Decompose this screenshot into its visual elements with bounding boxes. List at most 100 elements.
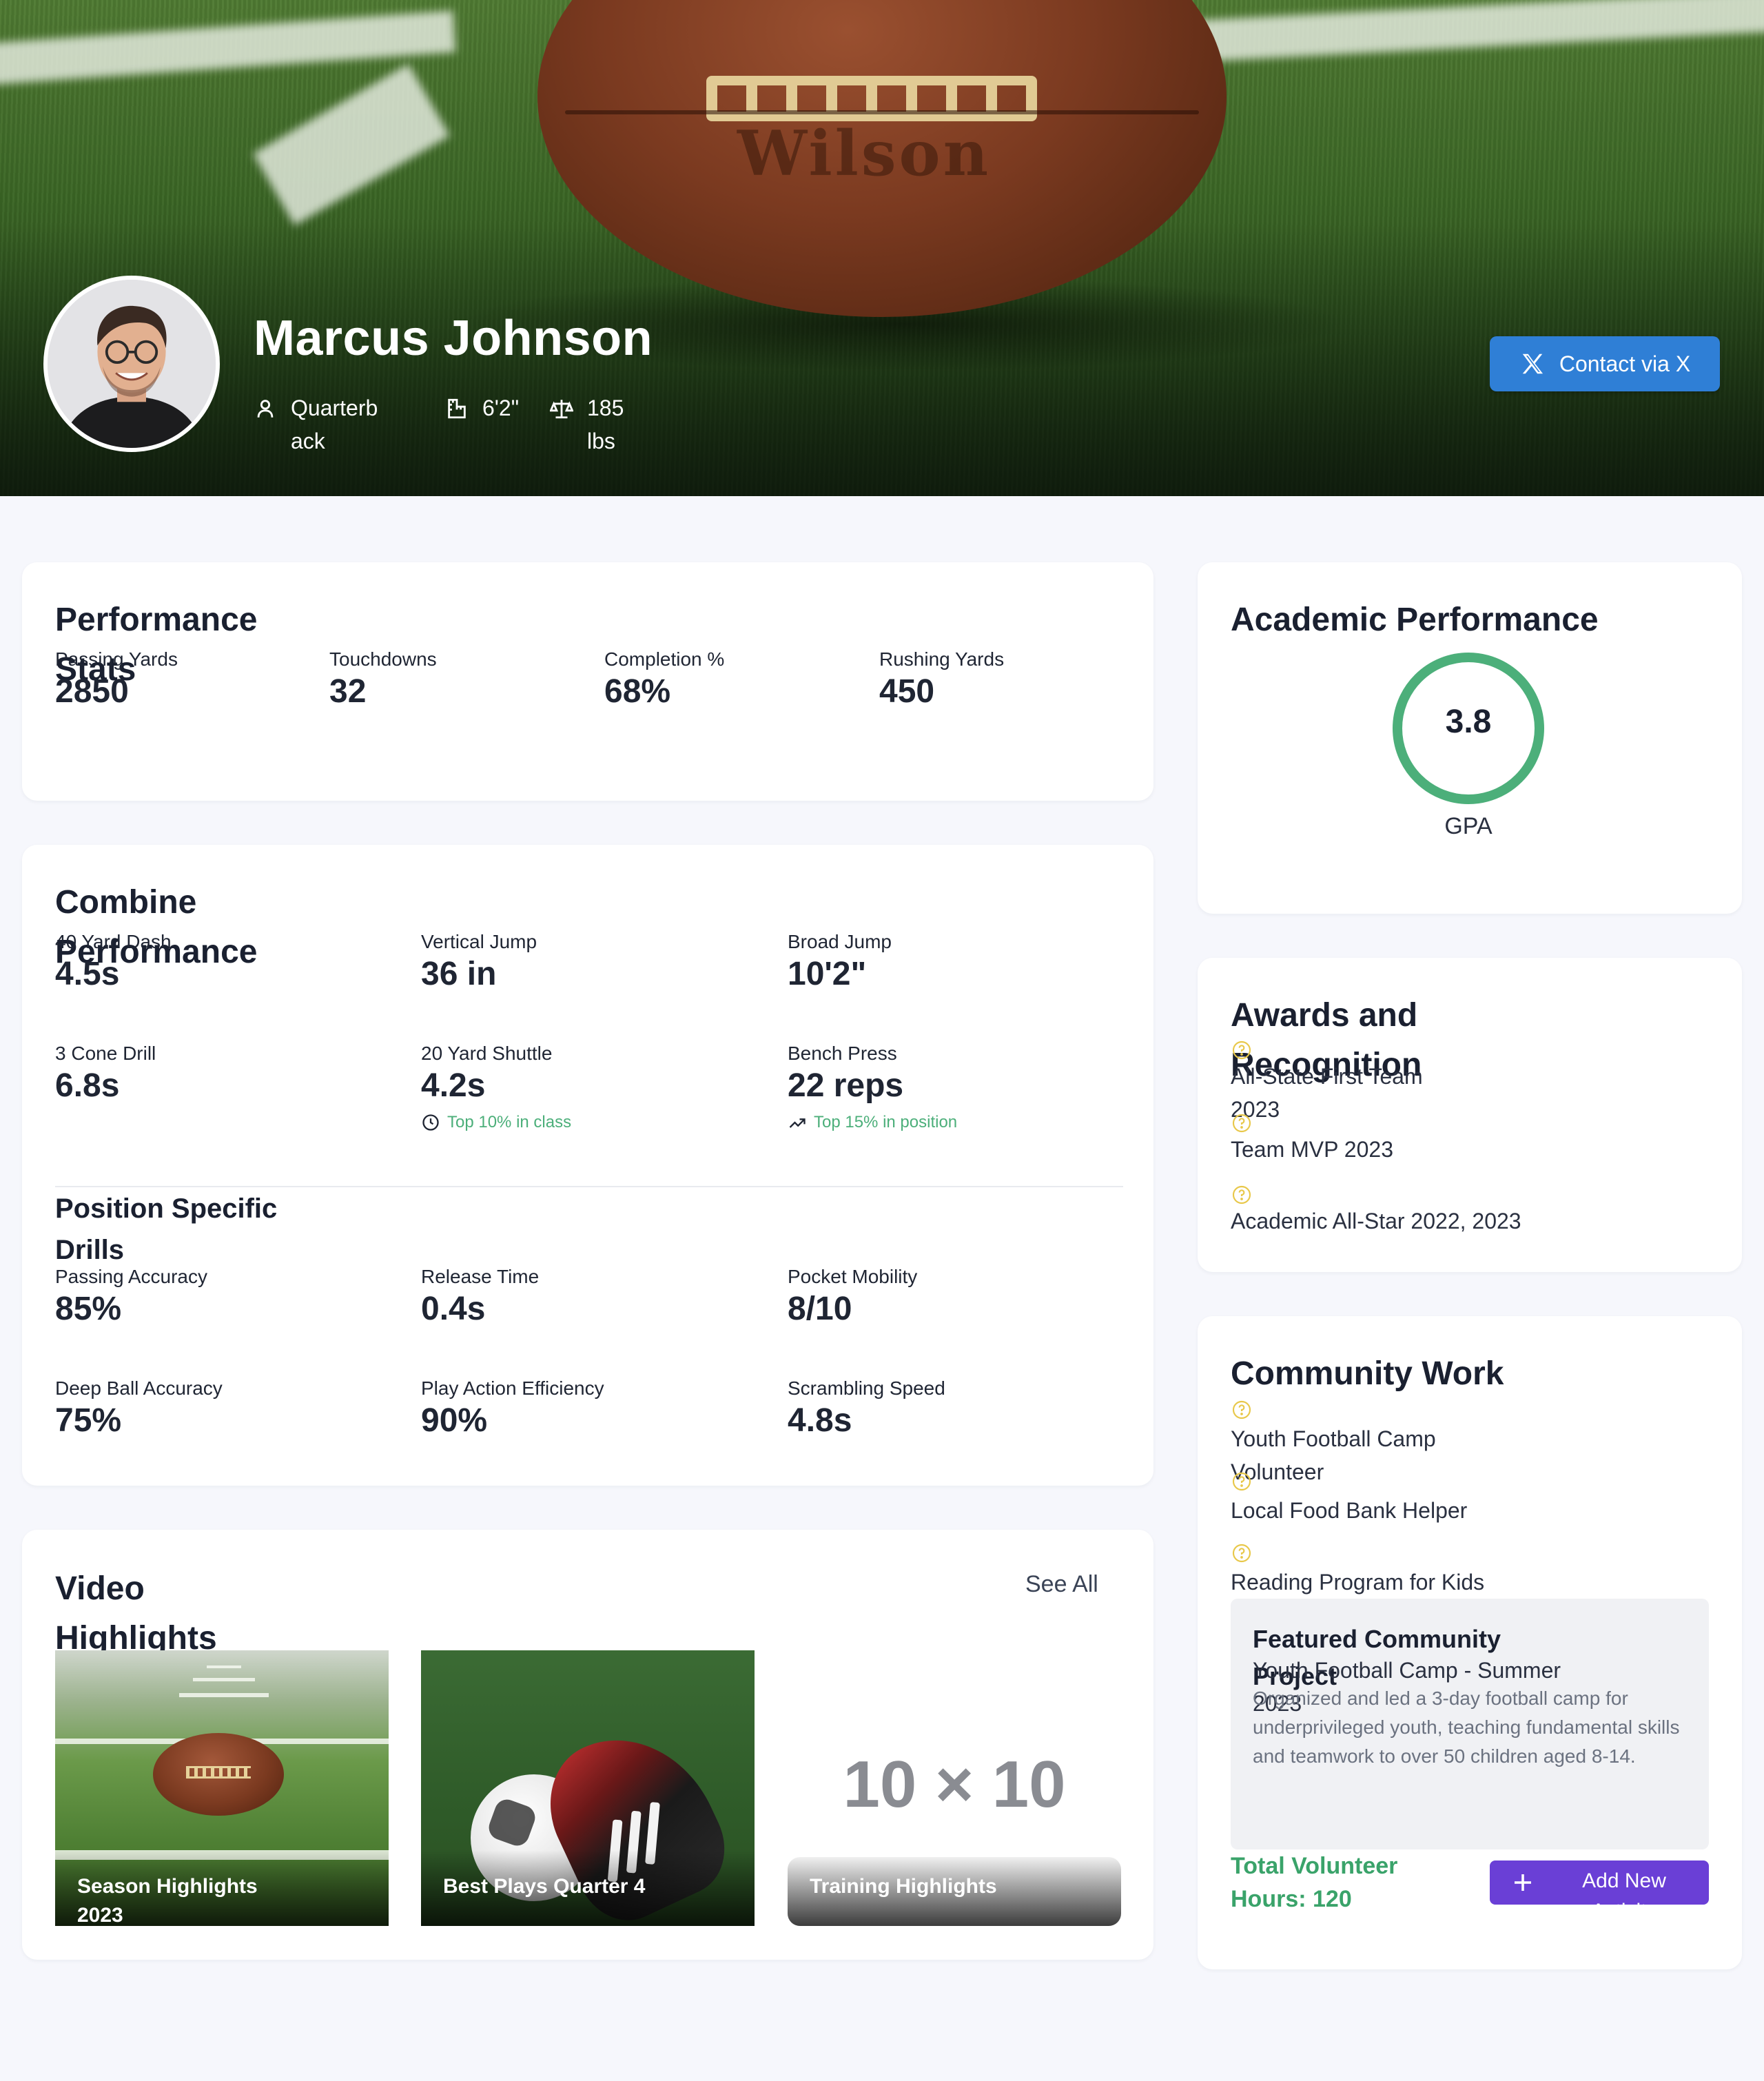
add-new-activity-button[interactable]: Add New Activity <box>1490 1860 1709 1905</box>
video-card[interactable]: Season Highlights 2023 <box>55 1650 389 1926</box>
stat-vertical-jump: Vertical Jump 36 in <box>421 930 537 995</box>
stat-rushing-yards: Rushing Yards 450 <box>879 648 1004 713</box>
stat-label: 40 Yard Dash <box>55 931 172 952</box>
stat-value: 4.5s <box>55 956 120 992</box>
gpa-value: 3.8 <box>1445 704 1492 740</box>
stat-label: Passing Accuracy <box>55 1266 207 1287</box>
stat-touchdowns: Touchdowns 32 <box>329 648 437 713</box>
video-title: Season Highlights 2023 <box>77 1875 258 1926</box>
stat-3-cone-drill: 3 Cone Drill 6.8s <box>55 1042 156 1107</box>
stat-value: 22 reps <box>788 1067 904 1104</box>
football-image: ɯoʇlᴉM Wilson <box>537 0 1227 317</box>
featured-project: Featured Community Project Youth Footbal… <box>1231 1599 1709 1849</box>
video-title: Training Highlights <box>810 1875 997 1898</box>
stat-note: Top 15% in position <box>788 1111 957 1134</box>
stat-label: Bench Press <box>788 1043 897 1064</box>
height-text: 6'2" <box>482 396 520 420</box>
stat-value: 4.2s <box>421 1067 486 1104</box>
award-icon <box>1232 1040 1251 1060</box>
stat-label: Play Action Efficiency <box>421 1377 604 1399</box>
stat-label: Pocket Mobility <box>788 1266 918 1287</box>
avatar <box>43 276 220 452</box>
stat-value: 85% <box>55 1291 122 1327</box>
trending-up-icon <box>789 1118 806 1128</box>
award-icon <box>1232 1185 1251 1204</box>
video-card[interactable]: 10 × 10 Training Highlights <box>788 1650 1121 1926</box>
stat-note-text: Top 10% in class <box>447 1113 572 1131</box>
stat-value: 6.8s <box>55 1067 120 1104</box>
stat-completion: Completion % 68% <box>604 648 724 713</box>
weight-text: 185 lbs <box>587 396 624 453</box>
add-activity-label: Add New Activity <box>1582 1869 1666 1905</box>
stat-value: 32 <box>329 673 367 710</box>
award-text: All-State First Team 2023 <box>1231 1064 1423 1122</box>
stat-note: Top 10% in class <box>421 1111 697 1134</box>
stat-deep-ball-accuracy: Deep Ball Accuracy 75% <box>55 1377 223 1442</box>
x-logo-icon <box>1522 353 1543 374</box>
stat-value: 90% <box>421 1402 488 1439</box>
position-drills-title: Position Specific Drills <box>55 1193 278 1265</box>
stat-label: 20 Yard Shuttle <box>421 1043 553 1064</box>
stat-label: Scrambling Speed <box>788 1377 945 1399</box>
award-icon <box>1232 1114 1251 1133</box>
stat-value: 68% <box>604 673 671 710</box>
stat-value: 0.4s <box>421 1291 486 1327</box>
clock-icon <box>422 1114 439 1131</box>
stat-label: Rushing Yards <box>879 648 1005 670</box>
stat-label: Completion % <box>604 648 725 670</box>
position-text: Quarterback <box>291 396 378 453</box>
stat-broad-jump: Broad Jump 10'2" <box>788 930 892 995</box>
stat-label: Passing Yards <box>55 648 178 670</box>
stat-label: Touchdowns <box>329 648 437 670</box>
stat-play-action-efficiency: Play Action Efficiency 90% <box>421 1377 604 1442</box>
community-text: Local Food Bank Helper <box>1231 1498 1468 1523</box>
stat-value: 4.8s <box>788 1402 852 1439</box>
stat-label: Deep Ball Accuracy <box>55 1377 223 1399</box>
plus-icon <box>1515 1874 1531 1891</box>
stat-scrambling-speed: Scrambling Speed 4.8s <box>788 1377 945 1442</box>
stat-label: Vertical Jump <box>421 931 537 952</box>
award-icon <box>1232 1400 1251 1419</box>
video-title: Best Plays Quarter 4 <box>443 1875 646 1898</box>
player-name: Marcus Johnson <box>254 311 653 366</box>
stat-value: 8/10 <box>788 1291 852 1327</box>
stat-release-time: Release Time 0.4s <box>421 1265 539 1330</box>
academic-performance-title: Academic Performance <box>1231 602 1599 638</box>
volunteer-hours: Total Volunteer Hours: 120 <box>1231 1853 1398 1912</box>
gpa-label: GPA <box>1444 813 1493 839</box>
award-icon <box>1232 1472 1251 1491</box>
video-card[interactable]: Best Plays Quarter 4 <box>421 1650 755 1926</box>
award-text: Academic All-Star 2022, 2023 <box>1231 1209 1521 1233</box>
stat-passing-yards: Passing Yards 2850 <box>55 648 178 713</box>
user-icon <box>257 400 274 418</box>
featured-project-description: Organized and led a 3-day football camp … <box>1253 1688 1680 1767</box>
community-work-title: Community Work <box>1231 1355 1504 1392</box>
stat-value: 75% <box>55 1402 122 1439</box>
football-thumbnail <box>153 1733 284 1816</box>
contact-label: Contact via X <box>1559 351 1691 376</box>
stat-label: Broad Jump <box>788 931 892 952</box>
stat-label: 3 Cone Drill <box>55 1043 156 1064</box>
contact-via-x-button[interactable]: Contact via X <box>1490 336 1720 391</box>
image-placeholder: 10 × 10 <box>843 1747 1066 1821</box>
award-icon <box>1232 1544 1251 1563</box>
stat-bench-press: Bench Press 22 reps Top 15% in position <box>788 1042 957 1134</box>
stat-value: 450 <box>879 673 935 710</box>
ruler-icon <box>448 398 466 419</box>
stat-value: 2850 <box>55 673 129 710</box>
community-text: Youth Football Camp Volunteer <box>1231 1426 1436 1484</box>
community-text: Reading Program for Kids <box>1231 1570 1485 1595</box>
stat-20-yard-shuttle: 20 Yard Shuttle 4.2s Top 10% in class <box>421 1042 573 1134</box>
stat-passing-accuracy: Passing Accuracy 85% <box>55 1265 207 1330</box>
see-all-link[interactable]: See All <box>1025 1571 1098 1598</box>
stat-value: 36 in <box>421 956 497 992</box>
award-text: Team MVP 2023 <box>1231 1137 1393 1162</box>
section-divider <box>55 1186 1123 1187</box>
stat-label: Release Time <box>421 1266 540 1287</box>
video-highlights-title: Video Highlights <box>55 1570 217 1657</box>
stat-note-text: Top 15% in position <box>814 1113 958 1131</box>
stat-value: 10'2" <box>788 956 867 992</box>
stat-pocket-mobility: Pocket Mobility 8/10 <box>788 1265 917 1330</box>
scale-icon <box>550 400 573 419</box>
stat-40-yard-dash: 40 Yard Dash 4.5s <box>55 930 172 995</box>
